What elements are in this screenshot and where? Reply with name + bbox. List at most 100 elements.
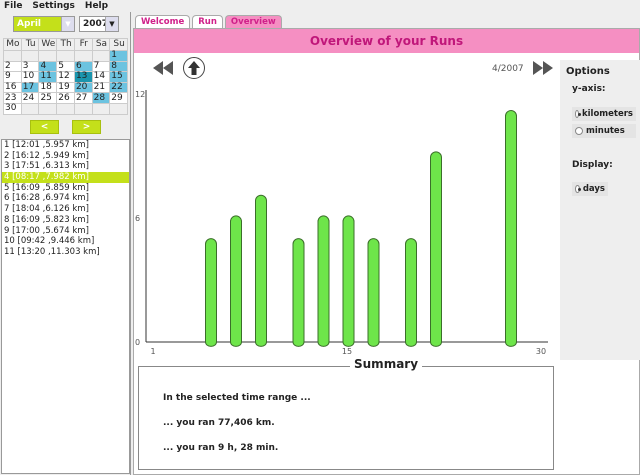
days-label: days — [582, 184, 605, 194]
calendar-day — [20, 102, 40, 115]
summary-distance: ... you ran 77,406 km. — [163, 418, 275, 428]
calendar-day[interactable]: 3 — [20, 60, 40, 73]
calendar-day[interactable]: 18 — [38, 81, 58, 94]
menu-settings[interactable]: Settings — [32, 0, 74, 12]
calendar-day[interactable]: 1 — [109, 50, 128, 62]
kilometers-radio[interactable]: kilometers — [572, 107, 636, 121]
y-axis-label: y-axis: — [572, 84, 606, 94]
tab-welcome[interactable]: Welcome — [135, 15, 191, 28]
calendar-day[interactable]: 13 — [73, 71, 93, 83]
minutes-radio[interactable]: minutes — [572, 124, 636, 138]
chart-bar — [342, 215, 355, 347]
summary-duration: ... you ran 9 h, 28 min. — [163, 443, 279, 453]
calendar-day[interactable]: 14 — [91, 71, 111, 83]
tab-run[interactable]: Run — [192, 15, 223, 28]
calendar-day[interactable]: 20 — [73, 81, 93, 94]
chart-bar — [317, 215, 330, 347]
calendar-day[interactable]: 23 — [3, 92, 22, 104]
calendar-day[interactable]: 30 — [3, 102, 22, 115]
kilometers-label: kilometers — [581, 109, 633, 119]
month-select[interactable]: April ▼ — [13, 16, 75, 32]
calendar-day[interactable]: 22 — [109, 81, 128, 94]
run-list-item[interactable]: 9 [17:00 ,5.674 km] — [2, 226, 129, 237]
calendar-day[interactable]: 25 — [38, 92, 58, 104]
run-list-item[interactable]: 7 [18:04 ,6.126 km] — [2, 204, 129, 215]
radio-unselected-icon — [575, 127, 583, 135]
minutes-label: minutes — [586, 126, 625, 136]
options-title: Options — [566, 66, 610, 77]
rewind-icon[interactable] — [152, 58, 176, 78]
y-tick-label: 12 — [135, 90, 145, 99]
calendar-day[interactable]: 10 — [20, 71, 40, 83]
calendar-day[interactable]: 12 — [56, 71, 75, 83]
run-list-item[interactable]: 2 [16:12 ,5.949 km] — [2, 151, 129, 162]
calendar: Mo Tu We Th Fr Sa Su 1 2 3 4 5 6 7 8 9 10 11 12 13 14 15 16 17 1… — [3, 38, 128, 115]
weekday-header: Mo — [3, 38, 22, 51]
prev-month-button[interactable]: < — [30, 120, 59, 134]
run-list: 1 [12:01 ,5.957 km] 2 [16:12 ,5.949 km] 3 … — [1, 139, 130, 474]
next-month-button[interactable]: > — [72, 120, 101, 134]
page-title: Overview of your Runs — [134, 29, 639, 53]
calendar-day[interactable]: 7 — [91, 60, 111, 73]
calendar-day[interactable]: 27 — [73, 92, 93, 104]
chevron-down-icon: ▼ — [105, 17, 118, 31]
calendar-day[interactable]: 5 — [56, 60, 75, 73]
weekday-header: Sa — [91, 38, 111, 51]
options-panel: Options y-axis: kilometers minutes Displ… — [560, 60, 640, 360]
calendar-day[interactable]: 24 — [20, 92, 40, 104]
run-list-item[interactable]: 1 [12:01 ,5.957 km] — [2, 140, 129, 151]
calendar-day[interactable]: 6 — [73, 60, 93, 73]
calendar-day[interactable]: 2 — [3, 60, 22, 73]
menu-bar: File Settings Help — [0, 0, 640, 12]
month-value: April — [17, 19, 42, 29]
x-tick-label: 15 — [342, 347, 352, 356]
run-list-item[interactable]: 11 [13:20 ,11.303 km] — [2, 247, 129, 258]
tab-overview[interactable]: Overview — [224, 15, 282, 28]
days-radio[interactable]: days — [572, 182, 608, 196]
run-list-item[interactable]: 8 [16:09 ,5.823 km] — [2, 215, 129, 226]
menu-help[interactable]: Help — [85, 0, 108, 12]
display-label: Display: — [572, 160, 613, 170]
run-list-item[interactable]: 4 [08:17 ,7.982 km] — [2, 172, 129, 183]
chart-bar — [430, 151, 442, 347]
calendar-day — [73, 50, 93, 62]
calendar-day[interactable]: 21 — [91, 81, 111, 94]
calendar-day[interactable]: 28 — [91, 92, 111, 104]
run-list-item[interactable]: 3 [17:51 ,6.313 km] — [2, 161, 129, 172]
chart-bar — [292, 238, 305, 347]
y-tick-label: 0 — [135, 338, 140, 347]
calendar-day[interactable]: 29 — [109, 92, 128, 104]
calendar-day[interactable]: 15 — [109, 71, 128, 83]
calendar-day[interactable]: 4 — [38, 60, 58, 73]
radio-selected-icon — [575, 185, 581, 193]
weekday-header: Su — [109, 38, 128, 51]
chart-bar — [405, 238, 417, 347]
run-list-item[interactable]: 6 [16:28 ,6.974 km] — [2, 193, 129, 204]
run-list-item[interactable]: 5 [16:09 ,5.859 km] — [2, 183, 129, 194]
y-tick-label: 6 — [135, 214, 140, 223]
calendar-day[interactable]: 26 — [56, 92, 75, 104]
chart-bar — [255, 194, 267, 347]
calendar-day — [73, 102, 93, 115]
calendar-day[interactable]: 19 — [56, 81, 75, 94]
run-list-item[interactable]: 10 [09:42 ,9.446 km] — [2, 236, 129, 247]
period-label: 4/2007 — [492, 64, 524, 74]
calendar-day[interactable]: 17 — [20, 81, 40, 94]
chart-bar — [205, 238, 217, 347]
weekday-header: Fr — [73, 38, 93, 51]
fast-forward-icon[interactable] — [531, 58, 555, 78]
menu-file[interactable]: File — [4, 0, 22, 12]
calendar-day — [91, 50, 111, 62]
summary-title: Summary — [350, 357, 423, 371]
calendar-day[interactable]: 8 — [109, 60, 128, 73]
calendar-day[interactable]: 16 — [3, 81, 22, 94]
up-arrow-icon[interactable] — [182, 56, 206, 80]
year-select[interactable]: 2007 ▼ — [79, 16, 119, 32]
x-tick-label: 1 — [150, 347, 155, 356]
calendar-day[interactable]: 11 — [38, 71, 58, 83]
calendar-day — [56, 50, 75, 62]
weekday-header: Th — [56, 38, 75, 51]
summary-line-1: In the selected time range ... — [163, 393, 311, 403]
chart-bar — [505, 110, 517, 347]
calendar-day[interactable]: 9 — [3, 71, 22, 83]
